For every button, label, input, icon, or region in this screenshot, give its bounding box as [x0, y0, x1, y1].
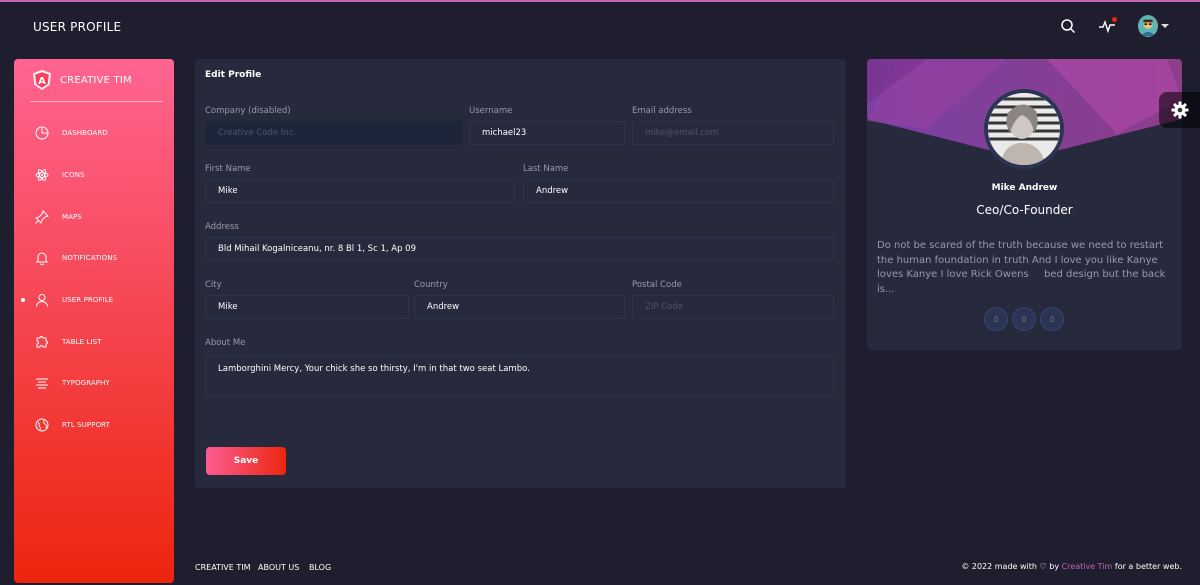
sidebar-item-label: NOTIFICATIONS: [62, 254, 118, 262]
twitter-icon: ▯: [1022, 315, 1026, 323]
first-name-label: First Name: [205, 164, 251, 174]
company-label: Company (disabled): [205, 106, 291, 116]
username-label: Username: [469, 106, 513, 116]
username-field[interactable]: [469, 121, 625, 145]
copyright-suffix: for a better web.: [1114, 562, 1182, 571]
user-icon: [34, 292, 50, 308]
top-navbar: USER PROFILE: [0, 2, 1200, 54]
sidebar-item-label: MAPS: [62, 213, 82, 221]
avatar[interactable]: [1138, 15, 1158, 37]
last-name-label: Last Name: [523, 164, 569, 174]
address-label: Address: [205, 222, 239, 232]
sidebar-item-label: ICONS: [62, 171, 85, 179]
angular-logo-icon: A: [33, 70, 51, 90]
search-icon[interactable]: [1058, 16, 1078, 36]
atom-icon: [34, 167, 50, 183]
about-me-field[interactable]: Lamborghini Mercy, Your chick she so thi…: [205, 356, 834, 396]
profile-card: Mike Andrew Ceo/Co-Founder Do not be sca…: [867, 59, 1182, 350]
sidebar-item-icons[interactable]: ICONS: [14, 163, 174, 187]
address-field[interactable]: [205, 237, 834, 261]
footer-copyright: © 2022 made with ♡ by Creative Tim for a…: [961, 562, 1182, 571]
sidebar-item-label: TYPOGRAPHY: [62, 379, 110, 387]
heart-icon: ♡: [1039, 562, 1047, 571]
pin-icon: [34, 209, 50, 225]
facebook-icon: ▯: [994, 315, 998, 323]
copyright-brand-link[interactable]: Creative Tim: [1062, 562, 1113, 571]
chevron-down-icon[interactable]: [1161, 24, 1169, 28]
country-label: Country: [414, 280, 448, 290]
sidebar-item-typography[interactable]: TYPOGRAPHY: [14, 371, 174, 395]
sidebar-item-table-list[interactable]: TABLE LIST: [14, 330, 174, 354]
sidebar: A CREATIVE TIM DASHBOARD ICONS MAPS NOTI…: [14, 59, 174, 583]
profile-bio: Do not be scared of the truth because we…: [877, 240, 1166, 295]
twitter-button[interactable]: ▯: [1012, 307, 1036, 331]
email-label: Email address: [632, 106, 692, 116]
postal-code-label: Postal Code: [632, 280, 682, 290]
world-icon: [34, 417, 50, 433]
save-button[interactable]: Save: [206, 447, 286, 475]
about-me-label: About Me: [205, 338, 246, 348]
postal-code-field[interactable]: [632, 295, 834, 319]
google-icon: ▯: [1050, 315, 1054, 323]
align-icon: [34, 375, 50, 391]
sidebar-item-rtl-support[interactable]: RTL SUPPORT: [14, 413, 174, 437]
country-field[interactable]: [414, 295, 625, 319]
google-button[interactable]: ▯: [1040, 307, 1064, 331]
sidebar-brand[interactable]: CREATIVE TIM: [60, 75, 132, 86]
email-field[interactable]: [632, 121, 834, 145]
sidebar-item-user-profile[interactable]: USER PROFILE: [14, 288, 174, 312]
gear-icon: [1171, 101, 1188, 119]
footer-link-creative-tim[interactable]: CREATIVE TIM: [195, 563, 251, 572]
sidebar-item-label: TABLE LIST: [62, 338, 102, 346]
facebook-button[interactable]: ▯: [984, 307, 1008, 331]
footer-link-about-us[interactable]: ABOUT US: [258, 563, 299, 572]
card-title: Edit Profile: [205, 70, 262, 80]
city-field[interactable]: [205, 295, 409, 319]
activity-icon[interactable]: [1097, 16, 1117, 36]
divider: [30, 101, 163, 102]
page-title: USER PROFILE: [33, 20, 122, 34]
sidebar-item-notifications[interactable]: NOTIFICATIONS: [14, 246, 174, 270]
sidebar-item-label: DASHBOARD: [62, 129, 108, 137]
profile-name: Mike Andrew: [991, 183, 1058, 193]
puzzle-icon: [34, 334, 50, 350]
sidebar-item-dashboard[interactable]: DASHBOARD: [14, 121, 174, 145]
sidebar-item-label: USER PROFILE: [62, 296, 114, 304]
copyright-by: by: [1049, 562, 1060, 571]
sidebar-item-label: RTL SUPPORT: [62, 421, 111, 429]
active-indicator: [21, 298, 25, 302]
last-name-field[interactable]: [523, 179, 834, 203]
sidebar-item-maps[interactable]: MAPS: [14, 205, 174, 229]
chart-pie-icon: [34, 125, 50, 141]
bell-icon: [34, 250, 50, 266]
company-field: [205, 121, 462, 145]
first-name-field[interactable]: [205, 179, 515, 203]
svg-text:A: A: [38, 76, 46, 87]
profile-role: Ceo/Co-Founder: [976, 203, 1073, 217]
copyright-prefix: © 2022 made with: [961, 562, 1037, 571]
profile-photo: [984, 89, 1064, 169]
notification-dot: [1112, 17, 1117, 22]
settings-toggle[interactable]: [1159, 92, 1200, 128]
footer-link-blog[interactable]: BLOG: [309, 563, 331, 572]
city-label: City: [205, 280, 222, 290]
